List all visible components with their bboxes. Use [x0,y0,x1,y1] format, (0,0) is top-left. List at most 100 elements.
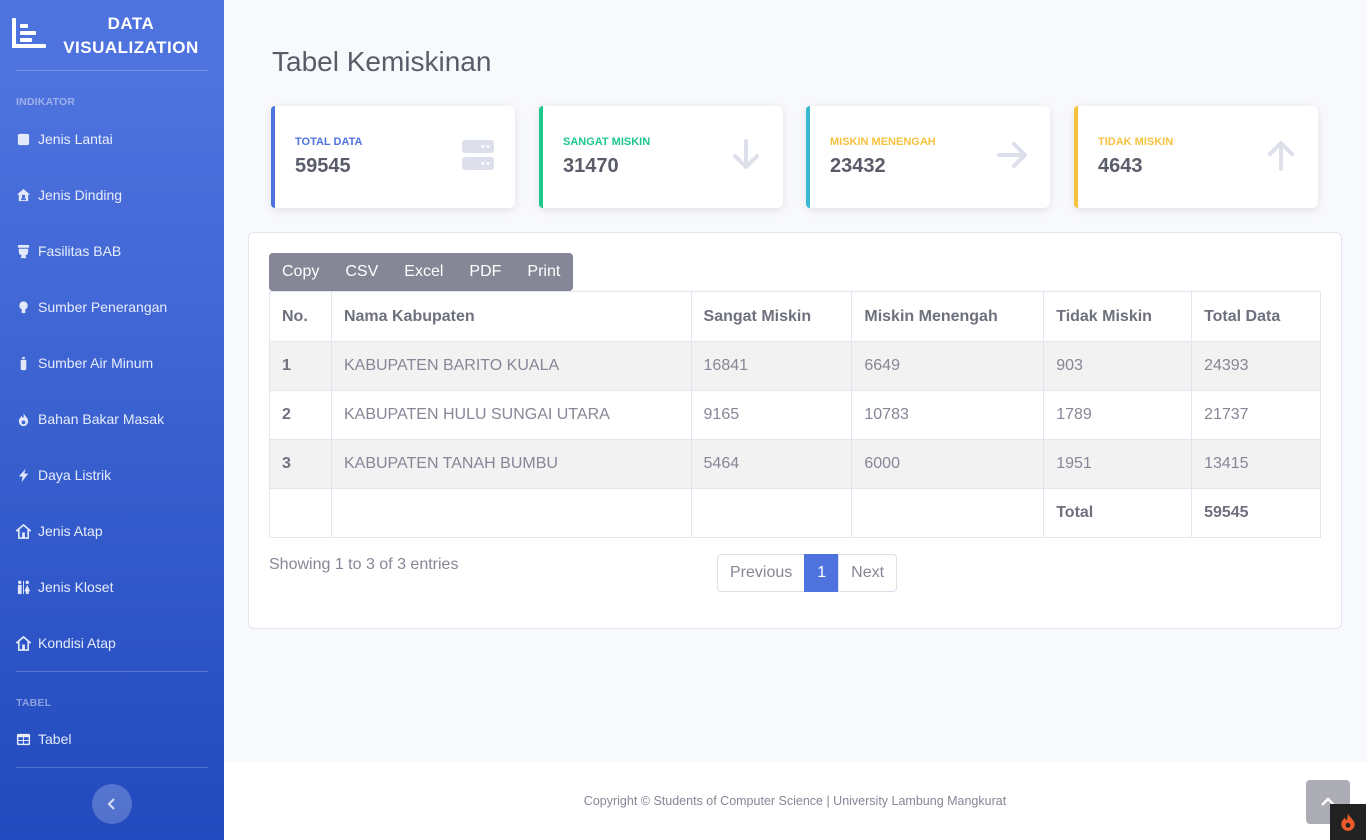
table-row: 1 KABUPATEN BARITO KUALA 16841 6649 903 … [269,341,1321,391]
server-icon [462,140,494,170]
sidebar-item-label: Jenis Lantai [38,131,113,147]
table-cell [330,488,692,538]
column-header-no[interactable]: No. [269,291,332,342]
table-cell: 903 [1043,341,1193,391]
table-cell: 24393 [1191,341,1321,391]
table-cell: 10783 [851,390,1045,440]
house-user-icon [16,188,31,201]
table-cell: 5464 [690,439,853,489]
table-row: 2 KABUPATEN HULU SUNGAI UTARA 9165 10783… [269,390,1321,440]
table-row: 3 KABUPATEN TANAH BUMBU 5464 6000 1951 1… [269,439,1321,489]
pdf-button[interactable]: PDF [456,253,515,291]
sidebar-item-fasilitas-bab[interactable]: Fasilitas BAB [16,239,216,263]
brand-line-2: VISUALIZATION [63,38,199,57]
table-footer-row: Total 59545 [269,488,1321,538]
table-cell [269,488,332,538]
table-icon [16,733,31,745]
card-label: TIDAK MISKIN [1098,136,1174,148]
sidebar-item-label: Daya Listrik [38,467,112,483]
arrow-up-icon [1268,141,1294,171]
sidebar-item-label: Fasilitas BAB [38,243,122,259]
table-cell: 9165 [690,390,853,440]
sidebar-item-label: Tabel [38,731,72,747]
next-page-button[interactable]: Next [838,554,898,592]
fire-icon [18,412,29,426]
table-cell: 16841 [690,341,853,391]
table-info: Showing 1 to 3 of 3 entries [269,556,459,573]
house-icon [16,635,31,651]
table-cell: KABUPATEN TANAH BUMBU [330,439,692,489]
card-value: 59545 [295,155,351,177]
table-cell [851,488,1045,538]
table-cell: 1951 [1043,439,1193,489]
card-accent [806,106,810,208]
restroom-icon [17,580,31,594]
card-accent [1074,106,1078,208]
lightbulb-icon [19,300,28,313]
sidebar-item-jenis-dinding[interactable]: Jenis Dinding [16,183,216,207]
table-header-row: No. Nama Kabupaten Sangat Miskin Miskin … [269,291,1321,342]
card-miskin-menengah: MISKIN MENENGAH 23432 [806,106,1050,208]
table-cell: 3 [269,439,332,489]
toilet-icon [17,244,30,258]
brand[interactable]: DATA VISUALIZATION [0,0,224,70]
footer-total-label: Total [1043,488,1193,538]
fire-badge[interactable] [1330,804,1366,840]
card-total-data: TOTAL DATA 59545 [271,106,515,208]
table-cell: KABUPATEN HULU SUNGAI UTARA [330,390,692,440]
arrow-right-icon [997,142,1027,168]
brand-line-1: DATA [107,14,155,33]
sidebar-heading-indikator: INDIKATOR [16,96,76,108]
print-button[interactable]: Print [514,253,574,291]
brand-text: DATA VISUALIZATION [56,12,206,60]
sidebar-item-bahan-bakar-masak[interactable]: Bahan Bakar Masak [16,407,216,431]
page-1-button[interactable]: 1 [804,554,840,592]
sidebar-item-label: Kondisi Atap [38,635,116,651]
card-accent [539,106,543,208]
sidebar-item-sumber-air-minum[interactable]: Sumber Air Minum [16,351,216,375]
column-header-nama-kabupaten[interactable]: Nama Kabupaten [330,291,692,342]
sidebar-item-jenis-lantai[interactable]: Jenis Lantai [16,127,216,151]
column-header-tidak-miskin[interactable]: Tidak Miskin [1043,291,1193,342]
sidebar-item-label: Jenis Atap [38,523,103,539]
table-cell: KABUPATEN BARITO KUALA [330,341,692,391]
table-cell: 6649 [851,341,1045,391]
bolt-icon [18,468,29,482]
chart-bar-icon [12,18,46,48]
sidebar-divider [16,70,208,71]
column-header-total-data[interactable]: Total Data [1191,291,1321,342]
arrow-down-icon [733,139,759,169]
sidebar-item-kondisi-atap[interactable]: Kondisi Atap [16,631,216,655]
copy-button[interactable]: Copy [269,253,333,291]
data-table: No. Nama Kabupaten Sangat Miskin Miskin … [269,291,1321,538]
sidebar-divider [16,671,208,672]
card-label: SANGAT MISKIN [563,136,651,148]
bottle-icon [20,356,27,370]
csv-button[interactable]: CSV [332,253,392,291]
sidebar-item-tabel[interactable]: Tabel [16,727,216,751]
card-value: 23432 [830,155,886,177]
sidebar-toggle-button[interactable] [92,784,132,824]
excel-button[interactable]: Excel [391,253,457,291]
sidebar-item-sumber-penerangan[interactable]: Sumber Penerangan [16,295,216,319]
sidebar-heading-tabel: TABEL [16,697,52,709]
sidebar-item-jenis-atap[interactable]: Jenis Atap [16,519,216,543]
sidebar-item-jenis-kloset[interactable]: Jenis Kloset [16,575,216,599]
table-cell: 6000 [851,439,1045,489]
sidebar-item-daya-listrik[interactable]: Daya Listrik [16,463,216,487]
table-cell: 1 [269,341,332,391]
column-header-sangat-miskin[interactable]: Sangat Miskin [690,291,853,342]
footer-total-value: 59545 [1191,488,1321,538]
table-cell: 1789 [1043,390,1193,440]
sidebar-item-label: Jenis Dinding [38,187,123,203]
card-accent [271,106,275,208]
table-cell: 2 [269,390,332,440]
sidebar-item-label: Sumber Penerangan [38,299,168,315]
previous-page-button[interactable]: Previous [717,554,806,592]
card-sangat-miskin: SANGAT MISKIN 31470 [539,106,783,208]
footer: Copyright © Students of Computer Science… [224,762,1366,840]
fire-icon [1341,813,1355,831]
card-value: 31470 [563,155,619,177]
column-header-miskin-menengah[interactable]: Miskin Menengah [851,291,1045,342]
sidebar-item-label: Sumber Air Minum [38,355,154,371]
